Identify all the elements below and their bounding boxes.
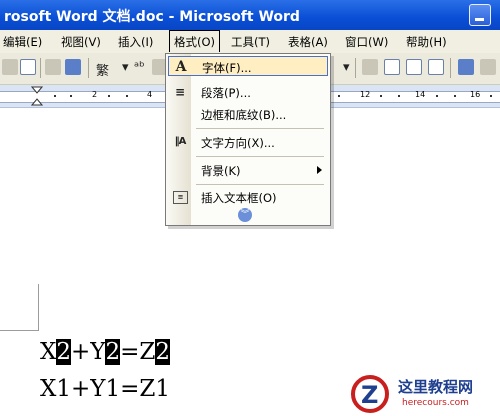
indent-marker-icon[interactable] (31, 86, 43, 106)
paragraph-icon: ≡ (174, 85, 186, 99)
menu-item-label: 字体(F)... (202, 61, 252, 75)
text-box-icon: ≡ (173, 191, 188, 204)
watermark-brand: 这里教程网 (398, 378, 474, 396)
watermark-url: herecours.com (402, 398, 469, 408)
margin-corner-mark (38, 284, 39, 330)
eq1-equals-z: =Z (120, 339, 156, 365)
menu-separator (196, 156, 324, 157)
eq1-x: X (40, 339, 57, 365)
toolbar-separator (88, 58, 89, 78)
menu-edit[interactable]: 编辑(E) (3, 34, 42, 50)
open-icon[interactable] (2, 59, 18, 75)
menu-separator (196, 128, 324, 129)
title-bar: rosoft Word 文档.doc - Microsoft Word (0, 0, 500, 30)
menu-help[interactable]: 帮助(H) (406, 34, 447, 50)
svg-text:Z: Z (361, 381, 378, 409)
eq1-selected-2: 2 (56, 339, 72, 365)
print-preview-icon[interactable] (20, 59, 36, 75)
menu-item-label: 文字方向(X)... (201, 136, 275, 150)
menu-insert[interactable]: 插入(I) (118, 34, 153, 50)
window-title: rosoft Word 文档.doc - Microsoft Word (4, 9, 300, 25)
print-icon[interactable] (45, 59, 61, 75)
traditional-chinese-icon[interactable]: 繁 (96, 60, 109, 79)
font-icon: A (175, 59, 187, 75)
eq1-plus-y: +Y (71, 339, 106, 365)
menu-separator (196, 184, 324, 185)
menu-item-paragraph[interactable]: ≡ 段落(P)... (168, 82, 328, 102)
submenu-arrow-icon (317, 166, 322, 174)
insert-table-icon[interactable] (406, 59, 422, 75)
menu-tools[interactable]: 工具(T) (231, 34, 270, 50)
menu-item-text-direction[interactable]: ‖A 文字方向(X)... (168, 132, 328, 152)
eq1-selected-2: 2 (155, 339, 171, 365)
ruler-label: 12 (360, 90, 371, 99)
text-direction-icon: ‖A (174, 136, 187, 147)
menu-item-background[interactable]: 背景(K) (168, 160, 328, 180)
menu-item-font[interactable]: A 字体(F)... (168, 56, 328, 76)
ruler-label: 14 (415, 90, 426, 99)
toolbar-separator (40, 58, 41, 78)
watermark-logo: Z 这里教程网 herecours.com (346, 372, 500, 416)
menu-item-borders-shading[interactable]: 边框和底纹(B)... (168, 104, 328, 124)
menu-format[interactable]: 格式(O) (169, 30, 221, 52)
format-dropdown-menu: A 字体(F)... ≡ 段落(P)... 边框和底纹(B)... ‖A 文字方… (165, 53, 331, 226)
insert-excel-icon[interactable] (428, 59, 444, 75)
menu-item-insert-text-box[interactable]: ≡ 插入文本框(O) (168, 187, 328, 207)
menu-view[interactable]: 视图(V) (61, 34, 101, 50)
eq1-selected-2: 2 (105, 339, 121, 365)
ruler-label: 16 (470, 90, 481, 99)
dropdown-arrow-icon[interactable]: ▾ (343, 60, 350, 76)
ruler-label: 2 (92, 90, 98, 99)
menu-item-label: 段落(P)... (201, 86, 251, 100)
menu-window[interactable]: 窗口(W) (345, 34, 388, 50)
dropdown-arrow-icon[interactable]: ▾ (122, 60, 129, 76)
menu-item-label: 插入文本框(O) (201, 191, 277, 205)
spelling-icon[interactable]: ᵃᵇ (134, 60, 145, 76)
preview-icon[interactable] (65, 59, 81, 75)
tables-borders-icon[interactable] (384, 59, 400, 75)
ruler-label: 4 (147, 90, 153, 99)
menu-table[interactable]: 表格(A) (288, 34, 328, 50)
drawing-icon[interactable] (480, 59, 496, 75)
equation-line-2[interactable]: X1+Y1=Z1 (40, 376, 170, 402)
menu-item-label: 边框和底纹(B)... (201, 108, 287, 122)
toolbar-separator (450, 58, 451, 78)
minimize-button[interactable] (469, 4, 491, 26)
equation-line-1[interactable]: X2+Y2=Z2 (40, 339, 171, 365)
menu-item-label: 背景(K) (201, 164, 241, 178)
columns-icon[interactable] (458, 59, 474, 75)
expand-menu-chevron-icon[interactable]: ︾ (238, 208, 252, 222)
watermark-z-icon: Z (351, 375, 389, 413)
menu-bar: 编辑(E) 视图(V) 插入(I) 格式(O) 工具(T) 表格(A) 窗口(W… (0, 30, 500, 53)
margin-corner-mark (0, 330, 39, 331)
hyperlink-icon[interactable] (362, 59, 378, 75)
toolbar-separator (355, 58, 356, 78)
